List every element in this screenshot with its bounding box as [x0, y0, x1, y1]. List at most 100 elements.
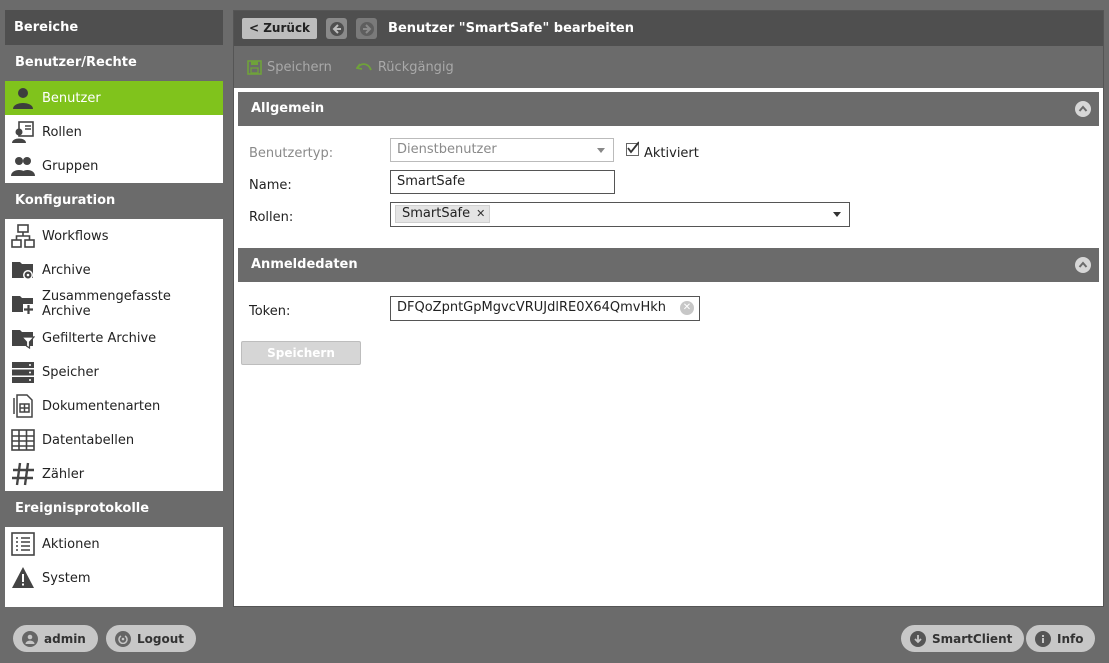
token-value: DFQoZpntGpMgvcVRUJdlRE0X64QmvHkh — [397, 300, 667, 315]
roles-row: Rollen: SmartSafe ✕ — [234, 202, 1103, 248]
sidebar-item-gefilterte-archive[interactable]: Gefilterte Archive — [5, 321, 223, 355]
toolbar-undo-label: Rückgängig — [377, 59, 454, 75]
chevron-down-icon — [833, 212, 841, 217]
smartclient-label: SmartClient — [932, 631, 1013, 646]
chevron-up-icon[interactable] — [1075, 101, 1091, 117]
sidebar-item-label: System — [42, 570, 91, 586]
sidebar-item-label: Speicher — [42, 364, 99, 380]
roles-multiselect[interactable]: SmartSafe ✕ — [390, 202, 850, 227]
toolbar-save-button[interactable]: Speichern — [247, 60, 332, 75]
sidebar-item-archive[interactable]: Archive — [5, 253, 223, 287]
sidebar-item-zaehler[interactable]: Zähler — [5, 457, 223, 491]
role-tag-label: SmartSafe — [402, 206, 471, 221]
section-credentials-header[interactable]: Anmeldedaten — [238, 248, 1099, 282]
roles-label: Rollen: — [249, 210, 294, 225]
chevron-down-icon — [597, 148, 605, 153]
token-label: Token: — [249, 304, 291, 319]
archive-folder-plus-icon — [11, 292, 35, 316]
clear-icon[interactable]: ✕ — [680, 301, 694, 315]
group-icon — [11, 154, 35, 178]
nav-forward-button[interactable] — [356, 18, 378, 39]
sidebar-item-label: Zähler — [42, 466, 85, 482]
archive-folder-filter-icon — [11, 326, 35, 350]
sidebar-item-label: Rollen — [42, 124, 82, 140]
main-panel: < Zurück Benutzer "SmartSafe" bearbeiten… — [233, 10, 1104, 607]
toolbar-save-label: Speichern — [267, 59, 332, 75]
table-icon — [11, 428, 35, 452]
user-label: admin — [44, 631, 86, 646]
back-button[interactable]: < Zurück — [242, 18, 318, 39]
info-icon — [1035, 630, 1051, 647]
arrow-left-icon — [329, 21, 344, 36]
sidebar-item-label: Gefilterte Archive — [42, 330, 157, 346]
page-title: Benutzer "SmartSafe" bearbeiten — [388, 21, 634, 36]
save-icon — [247, 59, 262, 75]
logout-label: Logout — [137, 631, 185, 646]
roles-icon — [11, 120, 35, 144]
sidebar-item-label: Zusammengefasste Archive — [42, 289, 171, 319]
token-row: Token: DFQoZpntGpMgvcVRUJdlRE0X64QmvHkh … — [234, 296, 1103, 348]
activated-label: Aktiviert — [644, 146, 699, 161]
sidebar-item-zusammengefasste-archive[interactable]: Zusammengefasste Archive — [5, 287, 223, 321]
sidebar-item-label: Datentabellen — [42, 432, 135, 448]
sidebar-group-users-rights: Benutzer/Rechte — [5, 45, 223, 81]
sidebar-item-system[interactable]: System — [5, 561, 223, 595]
section-general-header[interactable]: Allgemein — [238, 92, 1099, 126]
download-icon — [910, 630, 926, 647]
nav-back-button[interactable] — [326, 18, 348, 39]
user-icon — [11, 86, 35, 110]
section-general-title: Allgemein — [251, 101, 325, 116]
remove-tag-icon[interactable]: ✕ — [476, 207, 485, 220]
sidebar-item-rollen[interactable]: Rollen — [5, 115, 223, 149]
role-tag: SmartSafe ✕ — [395, 205, 491, 223]
activated-checkbox[interactable] — [626, 141, 639, 156]
user-type-select[interactable]: Dienstbenutzer — [390, 138, 614, 162]
user-icon — [22, 630, 38, 647]
sidebar-item-label: Aktionen — [42, 536, 100, 552]
info-button[interactable]: Info — [1026, 625, 1096, 652]
sidebar-item-gruppen[interactable]: Gruppen — [5, 149, 223, 183]
sidebar-item-label: Dokumentenarten — [42, 398, 161, 414]
chevron-up-icon[interactable] — [1075, 257, 1091, 273]
sidebar-item-speicher[interactable]: Speicher — [5, 355, 223, 389]
arrow-right-icon — [359, 21, 374, 36]
sidebar-item-workflows[interactable]: Workflows — [5, 219, 223, 253]
sidebar-item-label: Benutzer — [42, 90, 101, 106]
toolbar-undo-button[interactable]: Rückgängig — [355, 59, 454, 75]
sidebar-title: Bereiche — [5, 10, 223, 45]
archive-folder-gear-icon — [11, 258, 35, 282]
workflow-icon — [11, 224, 35, 248]
sidebar-item-label: Archive — [42, 262, 91, 278]
sidebar-item-benutzer[interactable]: Benutzer — [5, 81, 223, 115]
user-type-label: Benutzertyp: — [249, 146, 334, 161]
undo-icon — [355, 62, 372, 70]
document-types-icon — [11, 394, 35, 418]
warning-icon — [11, 566, 35, 590]
user-type-value: Dienstbenutzer — [397, 142, 497, 157]
user-type-row: Benutzertyp: Dienstbenutzer Aktiviert — [234, 138, 1103, 170]
sidebar: Bereiche Benutzer/Rechte Benutzer Rollen… — [5, 10, 223, 607]
list-icon — [11, 532, 35, 556]
section-credentials-title: Anmeldedaten — [251, 257, 358, 272]
sidebar-item-label: Gruppen — [42, 158, 99, 174]
sidebar-item-aktionen[interactable]: Aktionen — [5, 527, 223, 561]
hash-icon — [11, 462, 35, 486]
toolbar: Speichern Rückgängig — [234, 46, 1103, 88]
sidebar-item-datentabellen[interactable]: Datentabellen — [5, 423, 223, 457]
sidebar-item-label: Workflows — [42, 228, 109, 244]
name-row: Name: SmartSafe — [234, 170, 1103, 202]
logout-button[interactable]: Logout — [106, 625, 197, 652]
sidebar-group-configuration: Konfiguration — [5, 183, 223, 219]
save-button[interactable]: Speichern — [241, 341, 361, 365]
smartclient-button[interactable]: SmartClient — [901, 625, 1025, 652]
header-bar: < Zurück Benutzer "SmartSafe" bearbeiten — [234, 11, 1103, 46]
user-button[interactable]: admin — [13, 625, 98, 652]
logout-icon — [115, 630, 131, 647]
token-input[interactable]: DFQoZpntGpMgvcVRUJdlRE0X64QmvHkh ✕ — [390, 296, 700, 321]
name-label: Name: — [249, 178, 292, 193]
sidebar-item-dokumentenarten[interactable]: Dokumentenarten — [5, 389, 223, 423]
name-value: SmartSafe — [397, 174, 466, 189]
storage-icon — [11, 360, 35, 384]
sidebar-group-event-logs: Ereignisprotokolle — [5, 491, 223, 527]
name-input[interactable]: SmartSafe — [390, 170, 615, 194]
